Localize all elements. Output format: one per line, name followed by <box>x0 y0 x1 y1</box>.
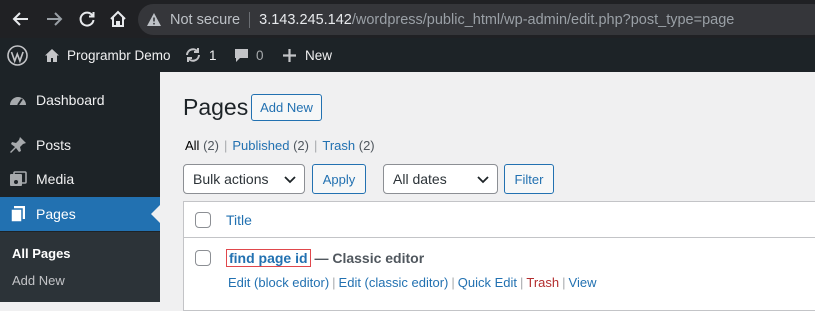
chevron-down-icon <box>284 176 296 184</box>
site-name-link[interactable]: Programbr Demo <box>44 38 171 72</box>
arrow-right-icon <box>47 12 63 26</box>
admin-sidebar: Dashboard Posts Media Pages All Pages Ad… <box>0 72 160 302</box>
sidebar-item-media[interactable]: Media <box>0 162 160 196</box>
filter-button[interactable]: Filter <box>504 164 554 194</box>
plus-icon <box>283 48 296 62</box>
filter-published-count: (2) <box>293 138 309 153</box>
add-new-button[interactable]: Add New <box>251 94 322 121</box>
site-name: Programbr Demo <box>67 47 171 63</box>
updates-count: 1 <box>209 47 217 63</box>
media-icon <box>0 171 36 187</box>
quick-edit-link[interactable]: Quick Edit <box>458 275 517 290</box>
title-column-header[interactable]: Title <box>226 212 252 228</box>
row-title: find page id — Classic editor <box>226 249 425 267</box>
current-menu-arrow <box>151 205 160 223</box>
edit-block-editor-link[interactable]: Edit (block editor) <box>228 275 329 290</box>
updates-icon <box>186 48 200 62</box>
dashboard-icon <box>0 92 36 108</box>
sidebar-item-dashboard[interactable]: Dashboard <box>0 83 160 117</box>
sidebar-item-pages[interactable]: Pages <box>0 197 160 231</box>
main-content: Pages Add New All (2) | Published (2) | Tras… <box>160 72 815 311</box>
address-divider <box>249 11 251 28</box>
page-title-link[interactable]: find page id <box>226 249 311 267</box>
browser-toolbar: Not secure 3.143.245.142/wordpress/publi… <box>0 0 815 38</box>
comments-link[interactable]: 0 <box>234 38 264 72</box>
row-actions: Edit (block editor) | Edit (classic editor… <box>228 275 596 290</box>
dates-value: All dates <box>393 171 447 187</box>
security-label: Not secure <box>170 11 241 28</box>
sidebar-item-label: Dashboard <box>36 92 105 108</box>
filter-trash-count: (2) <box>358 138 375 153</box>
filter-published-link[interactable]: Published <box>232 138 289 153</box>
filter-all-link[interactable]: All <box>185 138 199 153</box>
pages-icon <box>0 205 36 223</box>
apply-button[interactable]: Apply <box>312 164 366 194</box>
arrow-left-icon <box>12 12 28 26</box>
home-button[interactable] <box>105 6 131 32</box>
bulk-actions-value: Bulk actions <box>193 171 269 187</box>
post-state: — Classic editor <box>314 250 425 266</box>
action-divider: | <box>520 275 524 290</box>
reload-icon <box>79 11 95 27</box>
sidebar-item-posts[interactable]: Posts <box>0 128 160 162</box>
bulk-actions-select[interactable]: Bulk actions <box>183 164 305 194</box>
pin-icon <box>0 136 36 154</box>
url-host: 3.143.245.142 <box>259 11 352 28</box>
filter-trash-link[interactable]: Trash <box>322 138 355 153</box>
url-path: /wordpress/public_html/wp-admin/edit.php… <box>351 11 735 28</box>
pages-table: Title find page id — Classic editor Edit… <box>183 201 815 311</box>
house-icon <box>45 48 59 62</box>
action-divider: | <box>451 275 455 290</box>
trash-link[interactable]: Trash <box>526 275 559 290</box>
row-checkbox[interactable] <box>195 250 211 266</box>
new-label: New <box>305 47 333 63</box>
filter-divider: | <box>223 138 228 153</box>
sidebar-item-label: Pages <box>36 206 76 222</box>
view-link[interactable]: View <box>569 275 597 290</box>
submenu-add-new[interactable]: Add New <box>12 273 65 288</box>
back-button[interactable] <box>8 6 34 32</box>
updates-link[interactable]: 1 <box>184 38 217 72</box>
select-all-checkbox[interactable] <box>195 212 211 228</box>
chevron-down-icon <box>477 176 489 184</box>
sidebar-item-label: Posts <box>36 137 72 153</box>
reload-button[interactable] <box>74 6 100 32</box>
filter-all-count: (2) <box>203 138 219 153</box>
dates-select[interactable]: All dates <box>383 164 498 194</box>
new-content-link[interactable]: New <box>283 38 332 72</box>
home-icon <box>110 10 126 27</box>
address-bar[interactable]: Not secure 3.143.245.142/wordpress/publi… <box>138 4 815 35</box>
comment-icon <box>235 48 248 62</box>
action-divider: | <box>332 275 336 290</box>
edit-classic-editor-link[interactable]: Edit (classic editor) <box>339 275 449 290</box>
filter-divider: | <box>313 138 318 153</box>
wordpress-logo-icon <box>7 44 28 66</box>
forward-button[interactable] <box>41 6 67 32</box>
table-header: Title <box>184 202 815 238</box>
pages-submenu: All Pages Add New <box>0 232 160 302</box>
wp-admin-bar: Programbr Demo 1 0 New <box>0 38 815 72</box>
comments-count: 0 <box>256 47 264 63</box>
warning-icon <box>147 13 161 26</box>
status-filter-links: All (2) | Published (2) | Trash (2) <box>185 138 375 153</box>
action-divider: | <box>562 275 566 290</box>
wp-logo-button[interactable] <box>7 38 28 72</box>
submenu-all-pages[interactable]: All Pages <box>12 246 71 261</box>
sidebar-item-label: Media <box>36 171 75 187</box>
page-title: Pages <box>183 94 249 120</box>
